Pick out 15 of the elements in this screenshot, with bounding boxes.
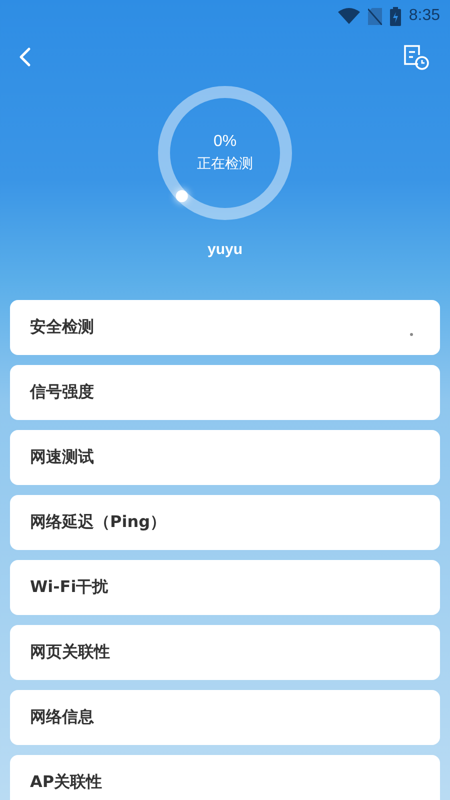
check-item[interactable]: 网络延迟（Ping） [10, 495, 440, 550]
battery-icon [390, 6, 401, 26]
check-item[interactable]: Wi-Fi干扰 [10, 560, 440, 615]
check-item[interactable]: 网速测试 [10, 430, 440, 485]
progress-percent: 0% [213, 133, 237, 151]
check-item[interactable]: 信号强度 [10, 365, 440, 420]
check-item[interactable]: 网络信息 [10, 690, 440, 745]
status-time: 8:35 [408, 7, 440, 25]
check-item[interactable]: AP关联性 [10, 755, 440, 800]
check-item[interactable]: 安全检测 [10, 300, 440, 355]
wifi-icon [338, 8, 360, 24]
progress-label: 正在检测 [197, 155, 253, 173]
network-name: yuyu [206, 241, 244, 260]
check-item[interactable]: 网页关联性 [10, 625, 440, 680]
no-sim-icon [368, 8, 382, 24]
